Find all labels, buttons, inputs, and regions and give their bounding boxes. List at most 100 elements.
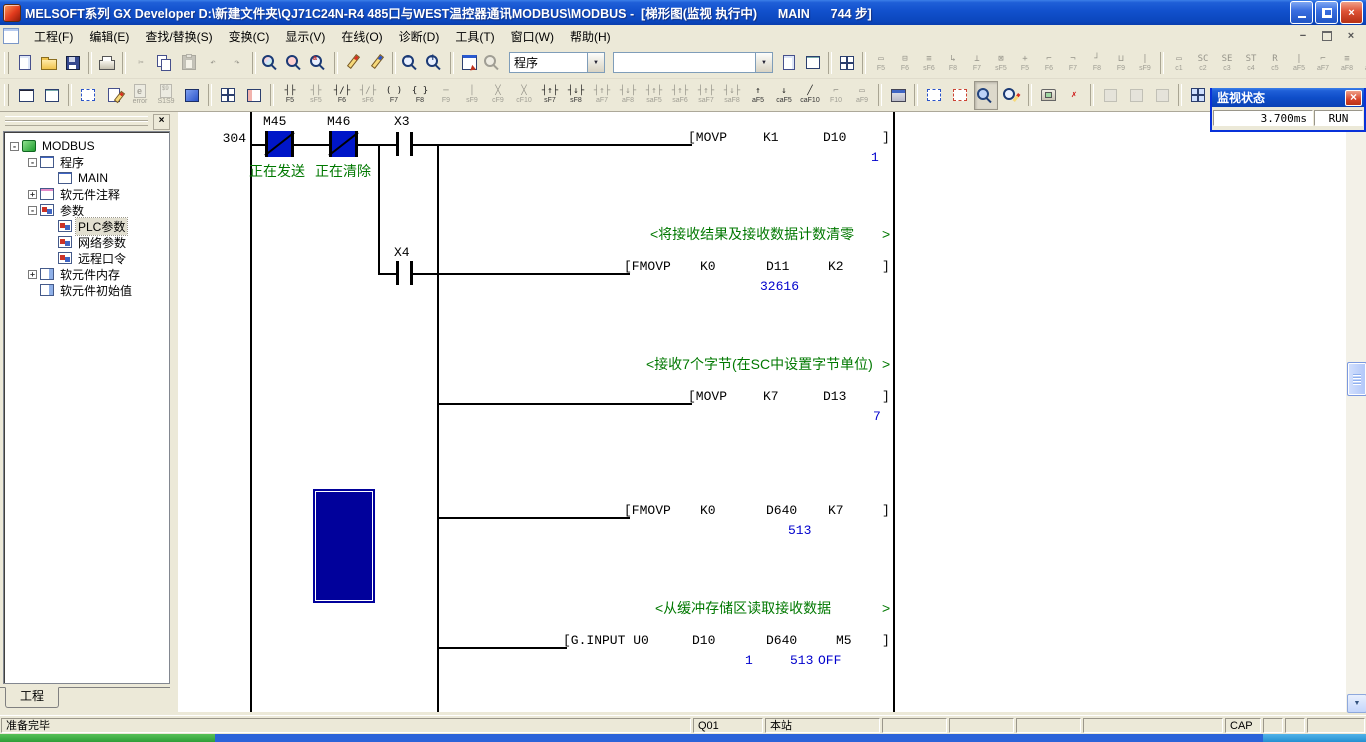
menu-查找/替换[interactable]: 查找/替换(S) — [137, 25, 220, 48]
instruction-arg[interactable]: K7 — [828, 503, 844, 518]
device-batch-button[interactable] — [366, 50, 388, 76]
coil-button[interactable]: ( )F7 — [382, 81, 406, 110]
tree-expander[interactable]: + — [28, 190, 37, 199]
menu-工程[interactable]: 工程(F) — [26, 25, 81, 48]
tree-item-program[interactable]: -程序 — [4, 154, 169, 170]
find-instruction-button[interactable] — [284, 50, 306, 76]
tree-expander[interactable]: - — [28, 206, 37, 215]
rising-pulse-op-button[interactable]: ↑aF5 — [746, 81, 770, 110]
instruction-arg[interactable]: K7 — [763, 389, 779, 404]
toolbar-grip[interactable] — [4, 84, 9, 106]
remote-operation-button[interactable] — [1036, 81, 1060, 110]
write-mode-button[interactable] — [102, 81, 126, 110]
pulse-rise-contact-button[interactable]: ┤↑├sF7 — [538, 81, 562, 110]
instruction-arg[interactable]: D13 — [823, 389, 846, 404]
instruction-list-mode-button[interactable] — [40, 81, 64, 110]
mdi-restore-button[interactable] — [1318, 28, 1336, 44]
comment-display-button[interactable] — [802, 50, 824, 76]
tree-item-parameter[interactable]: -参数 — [4, 202, 169, 218]
tree-item-device-memory[interactable]: +软元件内存 — [4, 266, 169, 282]
menu-显示[interactable]: 显示(V) — [277, 25, 333, 48]
falling-pulse-op-button[interactable]: ↓caF5 — [772, 81, 796, 110]
open-button[interactable] — [38, 50, 60, 76]
scrollbar-thumb[interactable] — [1347, 362, 1366, 396]
start-button-fragment[interactable] — [0, 734, 215, 742]
menu-窗口[interactable]: 窗口(W) — [503, 25, 562, 48]
tree-expander[interactable]: - — [28, 158, 37, 167]
ladder-mode-button[interactable] — [14, 81, 38, 110]
switch-window-button[interactable] — [458, 50, 480, 76]
tree-expander[interactable]: + — [28, 270, 37, 279]
instruction-arg[interactable]: K1 — [763, 130, 779, 145]
vertical-scrollbar[interactable]: ▲ ▼ — [1346, 112, 1366, 712]
menu-诊断[interactable]: 诊断(D) — [391, 25, 448, 48]
instruction-op[interactable]: [G.INPUT U0 — [563, 633, 649, 648]
contact-x4[interactable] — [410, 261, 413, 285]
tree-item-main[interactable]: MAIN — [4, 170, 169, 186]
ladder-canvas[interactable]: 304 M45 M46 X3 正在发送 正在清除 [MOVP K1 D10 ] … — [178, 112, 1346, 712]
new-button[interactable] — [14, 50, 36, 76]
sidebar-close-button[interactable]: × — [153, 114, 170, 130]
mdi-document-icon[interactable] — [3, 28, 19, 44]
instruction-arg[interactable]: D640 — [766, 633, 797, 648]
buffer-memory-monitor-button[interactable] — [1186, 81, 1210, 110]
instruction-arg[interactable]: D10 — [692, 633, 715, 648]
contact-x3[interactable] — [396, 132, 399, 156]
zoom-out-button[interactable] — [400, 50, 422, 76]
monitor-write-mode-button[interactable] — [948, 81, 972, 110]
monitor-close-button[interactable]: × — [1345, 90, 1362, 106]
monitor-stop-button[interactable]: ✗ — [1062, 81, 1086, 110]
toolbar-grip[interactable] — [4, 52, 9, 74]
contact-x3[interactable] — [410, 132, 413, 156]
search-combo[interactable]: ▼ — [613, 52, 773, 73]
application-instruction-button[interactable]: { }F8 — [408, 81, 432, 110]
instruction-arg[interactable]: K0 — [700, 259, 716, 274]
mdi-minimize-button[interactable]: − — [1294, 28, 1312, 44]
tab-project[interactable]: 工程 — [5, 687, 59, 708]
device-test-button[interactable] — [342, 50, 364, 76]
tree-item-plc-parameter[interactable]: PLC参数 — [4, 218, 169, 234]
copy-button[interactable] — [154, 50, 176, 76]
tree-expander[interactable]: - — [10, 142, 19, 151]
mdi-close-button[interactable]: × — [1342, 28, 1360, 44]
find-string-button[interactable] — [308, 50, 330, 76]
tree-item-remote-password[interactable]: 远程口令 — [4, 250, 169, 266]
print-button[interactable] — [96, 50, 118, 76]
tree-item-device-init-value[interactable]: 软元件初始值 — [4, 282, 169, 298]
menu-编辑[interactable]: 编辑(E) — [81, 25, 137, 48]
save-button[interactable] — [62, 50, 84, 76]
open-contact-button[interactable]: ┤├F5 — [278, 81, 302, 110]
menu-在线[interactable]: 在线(O) — [333, 25, 390, 48]
device-batch-window-button[interactable] — [216, 81, 240, 110]
chevron-down-icon[interactable]: ▼ — [755, 53, 772, 72]
zoom-in-button[interactable] — [424, 50, 446, 76]
program-check-button[interactable] — [836, 50, 858, 76]
instruction-arg[interactable]: M5 — [836, 633, 852, 648]
sidebar-grip[interactable] — [5, 121, 148, 126]
invert-operation-button[interactable]: ╱caF10 — [798, 81, 822, 110]
ladder-logic-test-button[interactable] — [886, 81, 910, 110]
macro-button[interactable] — [180, 81, 204, 110]
sidebar-splitter[interactable] — [170, 112, 178, 712]
menu-帮助[interactable]: 帮助(H) — [562, 25, 619, 48]
instruction-arg[interactable]: D10 — [823, 130, 846, 145]
instruction-arg[interactable]: D640 — [766, 503, 797, 518]
instruction-op[interactable]: [MOVP — [688, 130, 727, 145]
pulse-fall-contact-button[interactable]: ┤↓├sF8 — [564, 81, 588, 110]
instruction-op[interactable]: [FMOVP — [624, 503, 671, 518]
minimize-button[interactable] — [1290, 1, 1313, 24]
instruction-op[interactable]: [FMOVP — [624, 259, 671, 274]
monitor-edit-button[interactable] — [1000, 81, 1024, 110]
project-data-list-button[interactable] — [778, 50, 800, 76]
instruction-arg[interactable]: K2 — [828, 259, 844, 274]
instruction-op[interactable]: [MOVP — [688, 389, 727, 404]
find-device-button[interactable] — [260, 50, 282, 76]
instruction-arg[interactable]: D11 — [766, 259, 789, 274]
scroll-down-button[interactable]: ▼ — [1347, 694, 1366, 713]
close-contact-button[interactable]: ┤/├F6 — [330, 81, 354, 110]
restore-button[interactable] — [1315, 1, 1338, 24]
chevron-down-icon[interactable]: ▼ — [587, 53, 604, 72]
tree-item-network-parameter[interactable]: 网络参数 — [4, 234, 169, 250]
system-tray-fragment[interactable] — [1263, 734, 1366, 742]
monitor-mode-button[interactable] — [922, 81, 946, 110]
